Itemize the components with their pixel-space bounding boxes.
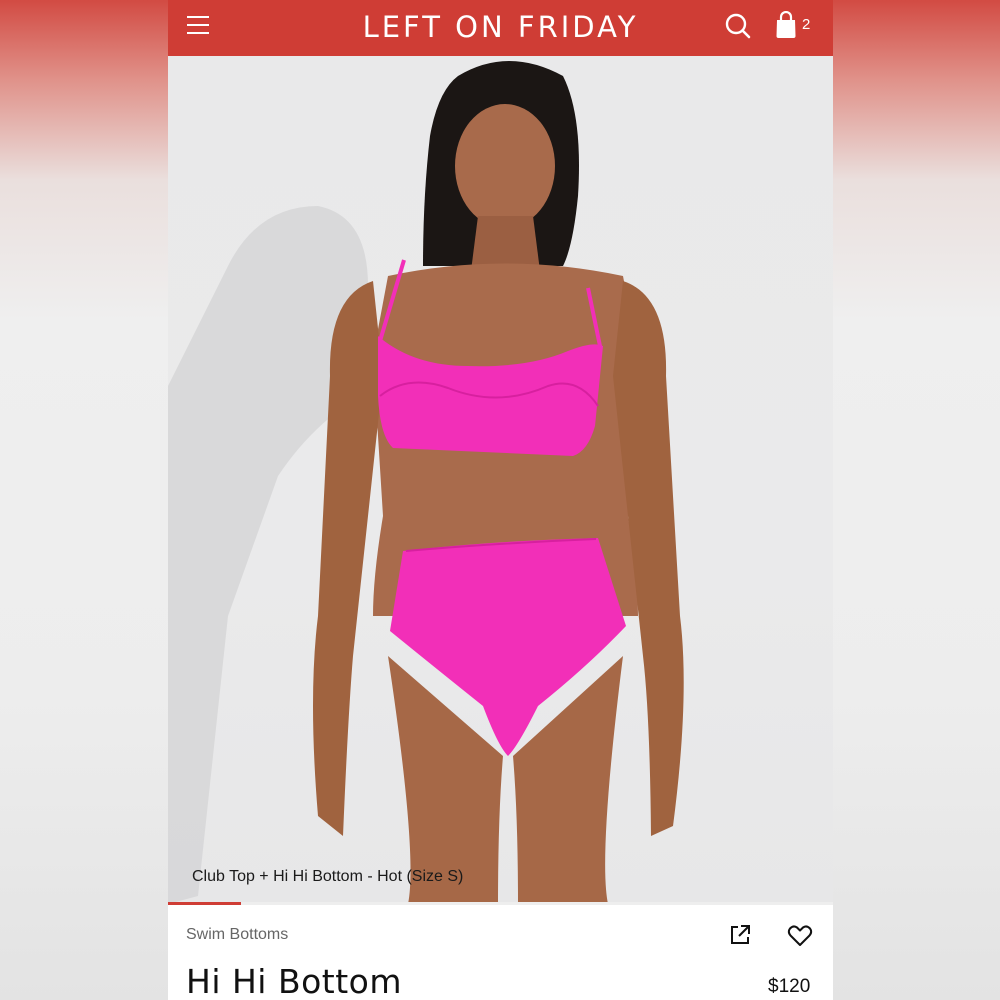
right-blur-background xyxy=(833,0,1000,1000)
shopping-bag-icon[interactable] xyxy=(774,11,798,39)
app-screen: LEFT ON FRIDAY 2 Club Top + Hi Hi Bottom… xyxy=(168,0,833,1000)
search-icon[interactable] xyxy=(724,12,752,40)
gallery-progress-track xyxy=(168,902,833,905)
product-category[interactable]: Swim Bottoms xyxy=(186,926,288,944)
product-image-carousel[interactable]: Club Top + Hi Hi Bottom - Hot (Size S) xyxy=(168,56,833,904)
product-title: Hi Hi Bottom xyxy=(186,962,402,1000)
heart-icon[interactable] xyxy=(787,924,813,948)
product-price: $120 xyxy=(768,976,811,997)
top-navigation-bar: LEFT ON FRIDAY 2 xyxy=(168,0,833,56)
image-caption: Club Top + Hi Hi Bottom - Hot (Size S) xyxy=(192,868,464,885)
gallery-progress-indicator xyxy=(168,902,242,905)
model-photo xyxy=(168,61,684,904)
cart-count-badge: 2 xyxy=(802,16,811,33)
share-icon[interactable] xyxy=(728,923,752,947)
left-blur-background xyxy=(0,0,168,1000)
